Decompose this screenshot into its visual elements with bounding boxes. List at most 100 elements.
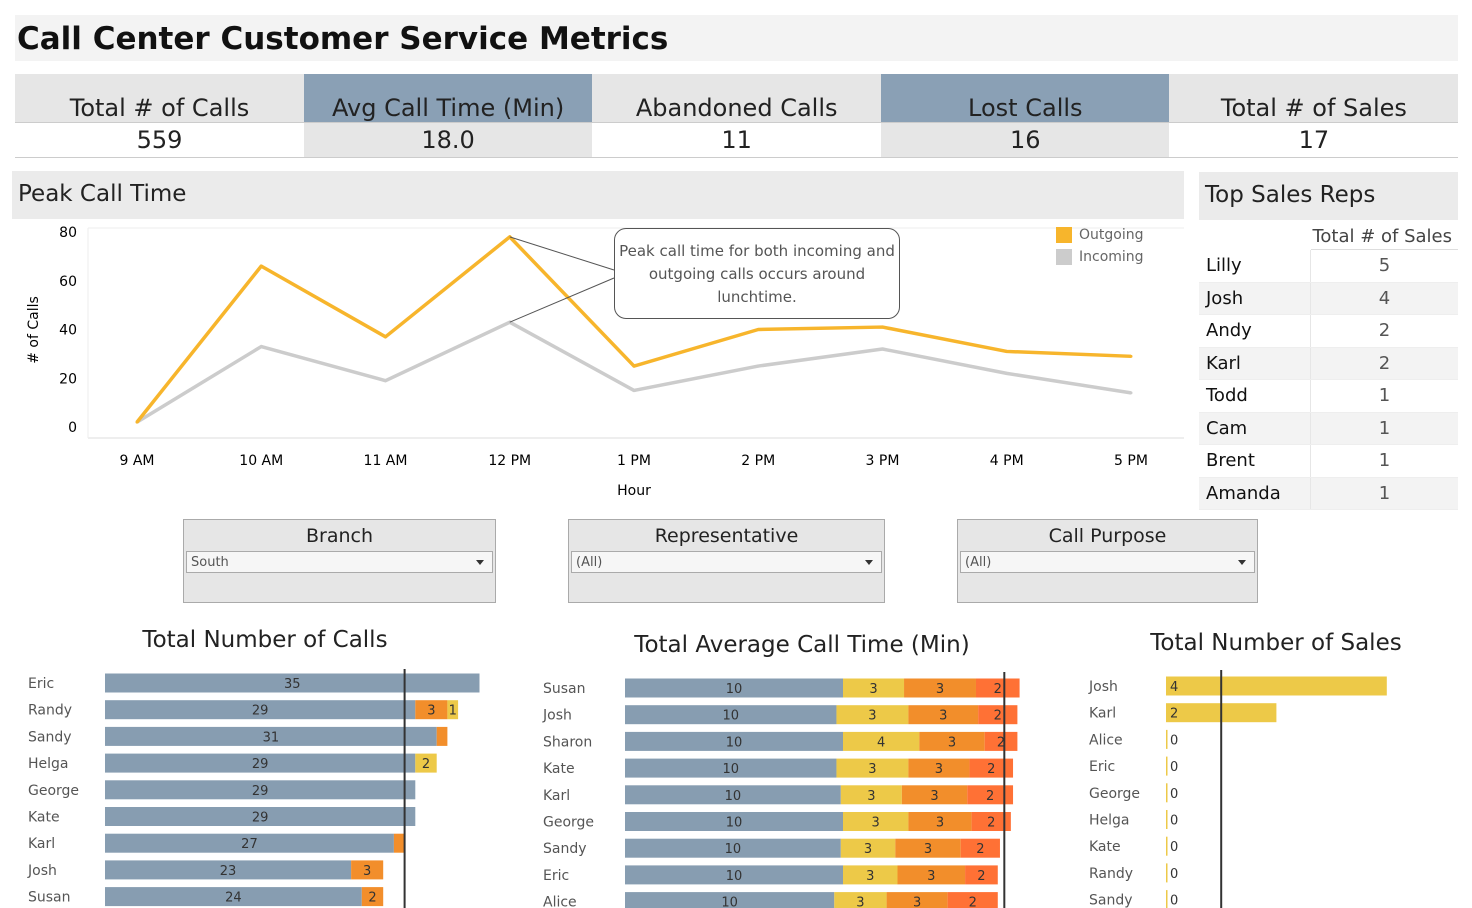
category-label: Sharon: [543, 734, 592, 750]
rep-name: Josh: [1199, 282, 1311, 314]
bar-segment[interactable]: [1166, 756, 1168, 776]
callout-pointer: [509, 277, 615, 323]
bar-value-label: 0: [1170, 867, 1178, 882]
category-label: Sandy: [1089, 893, 1133, 908]
bar-segment[interactable]: [1166, 729, 1168, 749]
rep-row[interactable]: Brent 1: [1199, 445, 1458, 478]
rep-row[interactable]: Todd 1: [1199, 380, 1458, 413]
y-tick-label: 40: [59, 323, 77, 339]
kpi-value: 16: [880, 123, 1170, 157]
bar-value-label: 2: [1170, 707, 1178, 722]
data-point[interactable]: [1005, 371, 1009, 375]
bar-value-label: 3: [930, 789, 938, 804]
kpi-card: Avg Call Time (Min) 18.0: [303, 74, 593, 158]
x-tick-label: 10 AM: [239, 453, 283, 469]
rep-row[interactable]: Amanda 1: [1199, 477, 1458, 510]
data-point[interactable]: [632, 364, 636, 368]
rep-row[interactable]: Lilly 5: [1199, 250, 1458, 283]
data-point[interactable]: [881, 325, 884, 329]
series-line-incoming[interactable]: [136, 320, 1132, 424]
bar-value-label: 2: [987, 816, 995, 831]
kpi-label: Avg Call Time (Min): [303, 74, 593, 123]
bar-segment[interactable]: [436, 726, 448, 746]
data-point[interactable]: [384, 335, 387, 339]
bar-segment[interactable]: [1166, 783, 1168, 803]
filter-dropdown[interactable]: South: [186, 551, 493, 573]
data-point[interactable]: [259, 345, 263, 349]
x-tick-label: 5 PM: [1114, 453, 1148, 469]
data-point[interactable]: [1129, 391, 1133, 395]
top-sales-reps-title: Top Sales Reps: [1205, 182, 1376, 208]
filter-value: South: [191, 555, 229, 570]
bar-value-label: 3: [864, 842, 872, 857]
x-tick-label: 1 PM: [617, 453, 651, 469]
data-point[interactable]: [1129, 354, 1133, 358]
bar-value-label: 1: [449, 704, 457, 719]
bar-value-label: 27: [241, 837, 258, 852]
bar-value-label: 3: [868, 709, 876, 724]
rep-name: Andy: [1199, 315, 1311, 347]
bar-segment[interactable]: [1166, 836, 1168, 856]
rep-name: Lilly: [1199, 250, 1311, 282]
data-point[interactable]: [384, 379, 387, 383]
y-tick-label: 60: [59, 274, 77, 290]
data-point[interactable]: [881, 347, 884, 351]
x-tick-label: 12 PM: [488, 453, 531, 469]
data-point[interactable]: [1005, 349, 1009, 353]
category-label: Karl: [543, 788, 570, 804]
legend-incoming[interactable]: Incoming: [1056, 249, 1144, 265]
y-tick-label: 80: [59, 225, 77, 241]
data-point[interactable]: [259, 264, 263, 268]
data-point[interactable]: [135, 420, 139, 424]
bar-value-label: 10: [726, 682, 743, 697]
bar-value-label: 3: [939, 709, 947, 724]
rep-row[interactable]: Karl 2: [1199, 347, 1458, 380]
rep-sales: 2: [1378, 320, 1391, 342]
filter-dropdown[interactable]: (All): [571, 551, 882, 573]
top-sales-reps-header: Top Sales Reps: [1199, 172, 1458, 220]
bar-value-label: 2: [987, 762, 995, 777]
rep-sales: 5: [1378, 255, 1391, 277]
rep-name: Cam: [1199, 412, 1311, 444]
bar-value-label: 23: [220, 864, 237, 879]
category-label: Josh: [27, 863, 57, 879]
bar-value-label: 3: [363, 864, 371, 879]
incoming-swatch-icon: [1056, 249, 1072, 265]
data-point[interactable]: [756, 364, 760, 368]
category-label: Kate: [1089, 839, 1121, 855]
category-label: Sandy: [28, 729, 72, 745]
x-tick-label: 9 AM: [119, 453, 154, 469]
category-label: Alice: [1089, 732, 1123, 748]
rep-row[interactable]: Cam 1: [1199, 412, 1458, 445]
bar-value-label: 0: [1170, 840, 1178, 855]
rep-sales: 1: [1378, 450, 1391, 472]
bar-value-label: 10: [721, 896, 738, 908]
bar-segment[interactable]: [1166, 810, 1168, 829]
legend-outgoing[interactable]: Outgoing: [1056, 227, 1144, 243]
filter-value: (All): [576, 555, 603, 570]
rep-row[interactable]: Andy 2: [1199, 315, 1458, 348]
reps-column-header: Total # of Sales: [1311, 226, 1458, 250]
bar-segment[interactable]: [1166, 676, 1387, 696]
bar-value-label: 3: [868, 762, 876, 777]
chevron-down-icon: [476, 560, 484, 565]
filter-dropdown[interactable]: (All): [960, 551, 1255, 573]
bar-value-label: 2: [368, 891, 376, 906]
rep-row[interactable]: Josh 4: [1199, 282, 1458, 315]
category-label: Susan: [543, 681, 586, 697]
bar-segment[interactable]: [1166, 890, 1168, 908]
annotation-callout: Peak call time for both incoming and out…: [614, 228, 900, 319]
legend-label: Incoming: [1079, 249, 1144, 265]
rep-sales: 1: [1378, 385, 1391, 407]
calls-chart-title: Total Number of Calls: [142, 627, 388, 653]
category-label: George: [543, 815, 594, 831]
kpi-card: Abandoned Calls 11: [592, 74, 882, 158]
x-tick-label: 2 PM: [741, 453, 775, 469]
bar-value-label: 10: [725, 842, 742, 857]
data-point[interactable]: [756, 328, 760, 331]
rep-sales: 1: [1378, 482, 1391, 504]
bar-segment[interactable]: [1166, 863, 1168, 883]
bar-segment[interactable]: [393, 833, 405, 853]
x-tick-label: 3 PM: [866, 453, 900, 469]
data-point[interactable]: [632, 388, 636, 392]
